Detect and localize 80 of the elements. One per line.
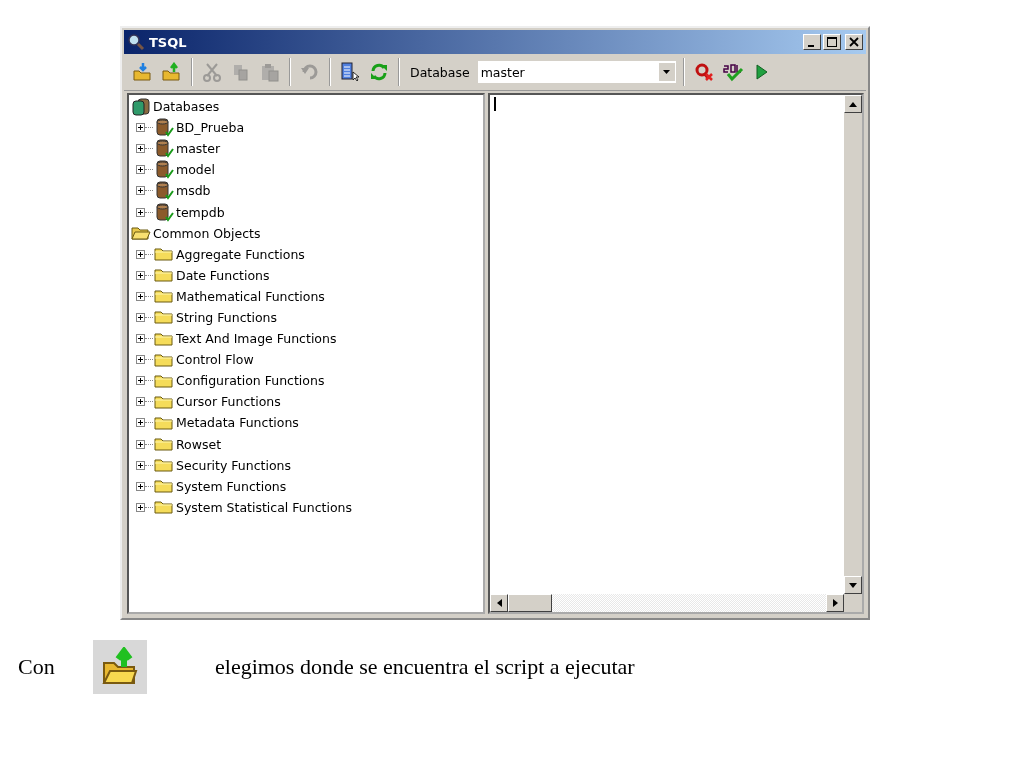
close-icon	[849, 37, 859, 47]
tree-item[interactable]: Rowset	[176, 436, 222, 452]
expand-icon[interactable]	[136, 249, 145, 259]
tree-item[interactable]: BD_Prueba	[176, 120, 245, 136]
tree-item[interactable]: Configuration Functions	[176, 373, 325, 389]
caption-text: Con	[18, 654, 56, 680]
tree-item[interactable]: Databases	[153, 99, 220, 115]
expand-icon[interactable]	[136, 291, 145, 301]
folder-icon	[154, 351, 174, 368]
expand-icon[interactable]	[136, 270, 145, 280]
tree-item[interactable]: Security Functions	[176, 457, 291, 473]
database-icon	[154, 139, 174, 159]
scroll-right-icon[interactable]	[826, 594, 844, 612]
tree-item[interactable]: Aggregate Functions	[176, 246, 305, 262]
expand-icon[interactable]	[136, 397, 145, 407]
databases-icon	[131, 97, 151, 116]
folder-icon	[154, 372, 174, 389]
folder-icon	[154, 436, 174, 453]
scrollbar-corner	[844, 594, 862, 612]
expand-icon[interactable]	[136, 502, 145, 512]
expand-icon[interactable]	[136, 439, 145, 449]
expand-icon[interactable]	[136, 313, 145, 322]
tree-item[interactable]: Text And Image Functions	[176, 331, 337, 347]
tree-item[interactable]: String Functions	[176, 310, 277, 325]
tree-item[interactable]: model	[176, 162, 215, 178]
tree-item[interactable]: Metadata Functions	[176, 415, 299, 431]
text-cursor	[494, 97, 496, 111]
folder-icon	[154, 414, 174, 431]
scroll-thumb[interactable]	[508, 594, 552, 612]
expand-icon[interactable]	[136, 334, 145, 344]
scroll-down-icon[interactable]	[844, 576, 862, 594]
expand-icon[interactable]	[136, 481, 145, 491]
expand-icon[interactable]	[136, 460, 145, 470]
expand-icon[interactable]	[136, 165, 145, 175]
scroll-left-icon[interactable]	[490, 594, 508, 612]
folder-upload-icon	[93, 640, 147, 694]
magnifier-icon	[127, 33, 145, 51]
scroll-up-icon[interactable]	[844, 95, 862, 113]
folder-icon	[154, 457, 174, 474]
database-icon	[154, 202, 174, 222]
horizontal-scrollbar[interactable]	[490, 594, 862, 612]
expand-icon[interactable]	[136, 376, 145, 386]
expand-icon[interactable]	[136, 418, 145, 428]
tree-item[interactable]: master	[176, 141, 221, 157]
folder-icon	[154, 499, 174, 516]
open-folder-icon	[131, 225, 151, 242]
tree-item[interactable]: Common Objects	[153, 225, 261, 241]
expand-icon[interactable]	[136, 186, 145, 196]
folder-icon	[154, 393, 174, 410]
database-label: Database	[410, 64, 470, 80]
vertical-scrollbar[interactable]	[844, 95, 862, 594]
folder-icon	[154, 478, 174, 495]
expand-icon[interactable]	[136, 355, 145, 365]
database-dropdown[interactable]: master	[476, 60, 677, 84]
minimize-button[interactable]	[803, 34, 821, 50]
folder-icon	[154, 330, 174, 347]
expand-icon[interactable]	[136, 123, 145, 133]
minimize-icon	[807, 44, 814, 47]
folder-icon	[154, 288, 174, 305]
folder-icon	[154, 267, 174, 284]
tree-item[interactable]: tempdb	[176, 204, 225, 220]
maximize-icon	[827, 37, 837, 47]
close-button[interactable]	[845, 34, 863, 50]
tree-item[interactable]: System Statistical Functions	[176, 499, 352, 515]
maximize-button[interactable]	[823, 34, 841, 50]
window-title: TSQL	[149, 34, 188, 50]
tree-item[interactable]: Date Functions	[176, 267, 270, 283]
database-icon	[154, 181, 174, 201]
expand-icon[interactable]	[136, 144, 145, 154]
folder-icon	[154, 246, 174, 263]
expand-icon[interactable]	[136, 207, 145, 217]
tree-item[interactable]: Control Flow	[176, 352, 254, 368]
tree-item[interactable]: msdb	[176, 183, 211, 199]
database-icon	[154, 118, 174, 138]
caption-text: elegimos donde se encuentra el script a ejecutar	[215, 654, 635, 680]
folder-icon	[154, 309, 174, 326]
database-icon	[154, 160, 174, 180]
tree-item[interactable]: System Functions	[176, 478, 287, 494]
tree-item[interactable]: Cursor Functions	[176, 394, 281, 410]
tree-item[interactable]: Mathematical Functions	[176, 288, 325, 304]
